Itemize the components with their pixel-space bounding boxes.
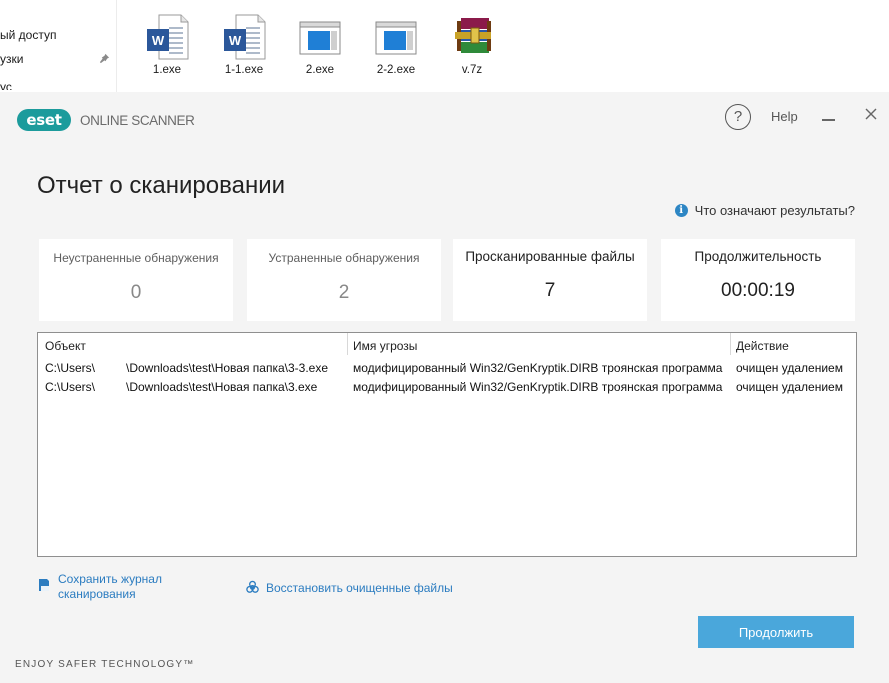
column-header-object[interactable]: Объект <box>45 339 86 353</box>
winrar-archive-icon <box>450 14 494 60</box>
biohazard-icon[interactable] <box>245 580 260 595</box>
stat-value: 7 <box>544 280 556 301</box>
help-link[interactable]: Help <box>771 109 798 124</box>
cell-path-end: \Downloads\test\Новая папка\3-3.exe <box>126 361 329 375</box>
file-name: 1.exe <box>152 64 182 76</box>
stat-label: Продолжительность <box>694 249 822 264</box>
results-help-label: Что означают результаты? <box>694 203 855 218</box>
eset-tagline: ENJOY SAFER TECHNOLOGY™ <box>15 659 195 670</box>
svg-text:W: W <box>229 33 242 48</box>
app-window-icon <box>298 14 342 60</box>
stat-label: Неустраненные обнаружения <box>53 251 219 265</box>
table-row[interactable]: C:\Users\ \Downloads\test\Новая папка\3-… <box>38 361 856 379</box>
results-table[interactable]: Объект Имя угрозы Действие C:\Users\ \Do… <box>37 332 857 557</box>
save-log-label-line1: Сохранить журнал <box>58 572 162 586</box>
stat-scanned-files: Просканированные файлы 7 <box>453 239 647 321</box>
info-icon: i <box>674 204 688 217</box>
stat-value: 0 <box>130 282 142 303</box>
cell-path-end: \Downloads\test\Новая папка\3.exe <box>126 380 318 394</box>
stat-value: 00:00:19 <box>721 280 795 301</box>
eset-logo-badge: eset <box>17 109 71 131</box>
product-name: ONLINE SCANNER <box>80 112 195 128</box>
help-icon[interactable]: ? <box>725 104 751 130</box>
cell-path-start: C:\Users\ <box>45 380 96 394</box>
table-row[interactable]: C:\Users\ \Downloads\test\Новая папка\3.… <box>38 380 856 398</box>
file-name: v.7z <box>461 64 483 76</box>
file-name: 2-2.exe <box>376 64 416 76</box>
page-title: Отчет о сканировании <box>37 172 286 200</box>
nav-item-partial[interactable]: ус <box>0 80 12 90</box>
file-name: 2.exe <box>305 64 335 76</box>
file-item[interactable]: W 1.exe <box>131 14 203 76</box>
results-help-link[interactable]: i Что означают результаты? <box>674 203 855 218</box>
pin-icon <box>99 53 110 64</box>
word-doc-icon: W <box>222 14 266 60</box>
stat-unresolved-detections: Неустраненные обнаружения 0 <box>39 239 233 321</box>
continue-button[interactable]: Продолжить <box>698 616 854 648</box>
cell-action: очищен удалением <box>736 361 843 375</box>
file-item[interactable]: 2-2.exe <box>360 14 432 76</box>
file-item[interactable]: W 1-1.exe <box>208 14 280 76</box>
close-icon[interactable] <box>864 107 878 121</box>
save-log-label-line2: сканирования <box>58 587 136 601</box>
file-explorer-background: ый доступ узки ус W 1.exe W 1-1.exe 2.ex… <box>0 0 889 93</box>
svg-text:W: W <box>152 33 165 48</box>
minimize-button[interactable] <box>822 119 835 121</box>
explorer-nav-pane: ый доступ узки ус <box>0 0 117 92</box>
save-log-icon[interactable] <box>38 578 50 592</box>
eset-scanner-window: eset ONLINE SCANNER ? Help Отчет о скани… <box>0 92 889 683</box>
stat-resolved-detections: Устраненные обнаружения 2 <box>247 239 441 321</box>
file-item[interactable]: v.7z <box>436 14 508 76</box>
stat-value: 2 <box>338 282 350 303</box>
file-name: 1-1.exe <box>224 64 264 76</box>
nav-item-quick-access[interactable]: ый доступ <box>0 28 56 42</box>
stat-label: Просканированные файлы <box>465 249 635 264</box>
cell-path-start: C:\Users\ <box>45 361 96 375</box>
eset-logo: eset ONLINE SCANNER <box>17 109 195 131</box>
file-item[interactable]: 2.exe <box>284 14 356 76</box>
cell-action: очищен удалением <box>736 380 843 394</box>
save-log-link[interactable]: Сохранить журнал сканирования <box>58 572 162 602</box>
column-header-action[interactable]: Действие <box>736 339 789 353</box>
nav-item-downloads[interactable]: узки <box>0 52 23 66</box>
restore-cleaned-files-link[interactable]: Восстановить очищенные файлы <box>266 581 453 596</box>
column-divider[interactable] <box>347 333 348 355</box>
stat-label: Устраненные обнаружения <box>268 251 420 265</box>
app-window-icon <box>374 14 418 60</box>
cell-threat: модифицированный Win32/GenKryptik.DIRB т… <box>353 361 723 375</box>
column-divider[interactable] <box>730 333 731 355</box>
cell-threat: модифицированный Win32/GenKryptik.DIRB т… <box>353 380 723 394</box>
column-header-threat[interactable]: Имя угрозы <box>353 339 417 353</box>
stat-duration: Продолжительность 00:00:19 <box>661 239 855 321</box>
word-doc-icon: W <box>145 14 189 60</box>
